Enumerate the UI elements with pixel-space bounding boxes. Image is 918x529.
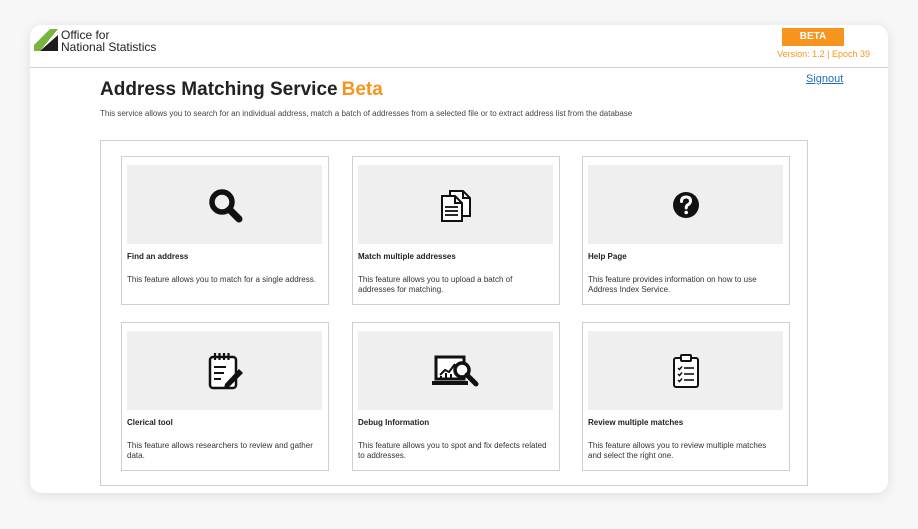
card-description: This feature allows you to upload a batc… xyxy=(358,275,513,294)
card-media xyxy=(358,331,553,410)
signout-link[interactable]: Signout xyxy=(806,73,843,85)
documents-icon xyxy=(440,189,471,222)
logo-line2: National Statistics xyxy=(61,40,157,54)
clipboard-checklist-icon xyxy=(672,353,699,388)
card-media xyxy=(127,331,322,410)
card-media xyxy=(127,165,322,244)
card-title: Find an address xyxy=(127,252,189,261)
card-title: Match multiple addresses xyxy=(358,252,456,261)
card-description: This feature allows you to review multip… xyxy=(588,441,767,460)
ons-logo-icon xyxy=(34,29,58,51)
app-window: Office for National Statistics BETA Vers… xyxy=(30,25,888,493)
card-title: Clerical tool xyxy=(127,418,173,427)
card-description: This feature allows you to spot and fix … xyxy=(358,441,547,460)
card-media xyxy=(588,165,783,244)
header: Office for National Statistics BETA Vers… xyxy=(30,25,888,68)
card-description: This feature allows researchers to revie… xyxy=(127,441,313,460)
card-description: This feature provides information on how… xyxy=(588,275,757,294)
beta-badge: BETA xyxy=(782,28,844,46)
question-circle-icon xyxy=(672,191,699,218)
card-debug-information[interactable]: Debug Information This feature allows yo… xyxy=(352,322,560,471)
logo-text: Office for National Statistics xyxy=(61,29,156,53)
card-review-multiple[interactable]: Review multiple matches This feature all… xyxy=(582,322,790,471)
search-icon xyxy=(208,188,242,222)
page-title: Address Matching Service Beta xyxy=(100,79,383,101)
card-title: Debug Information xyxy=(358,418,430,427)
page-title-accent: Beta xyxy=(341,79,383,100)
card-media xyxy=(358,165,553,244)
ons-logo[interactable]: Office for National Statistics xyxy=(34,29,156,53)
monitor-search-icon xyxy=(431,355,478,386)
notepad-edit-icon xyxy=(208,352,243,389)
page-subtitle: This service allows you to search for an… xyxy=(100,109,633,118)
card-title: Help Page xyxy=(588,252,627,261)
card-title: Review multiple matches xyxy=(588,418,684,427)
features-panel: Find an address This feature allows you … xyxy=(100,140,808,486)
card-match-multiple[interactable]: Match multiple addresses This feature al… xyxy=(352,156,560,305)
card-description: This feature allows you to match for a s… xyxy=(127,275,316,284)
version-label: Version: 1.2 | Epoch 39 xyxy=(777,49,870,59)
card-clerical-tool[interactable]: Clerical tool This feature allows resear… xyxy=(121,322,329,471)
card-help-page[interactable]: Help Page This feature provides informat… xyxy=(582,156,790,305)
card-media xyxy=(588,331,783,410)
page-title-text: Address Matching Service xyxy=(100,79,338,100)
card-find-address[interactable]: Find an address This feature allows you … xyxy=(121,156,329,305)
